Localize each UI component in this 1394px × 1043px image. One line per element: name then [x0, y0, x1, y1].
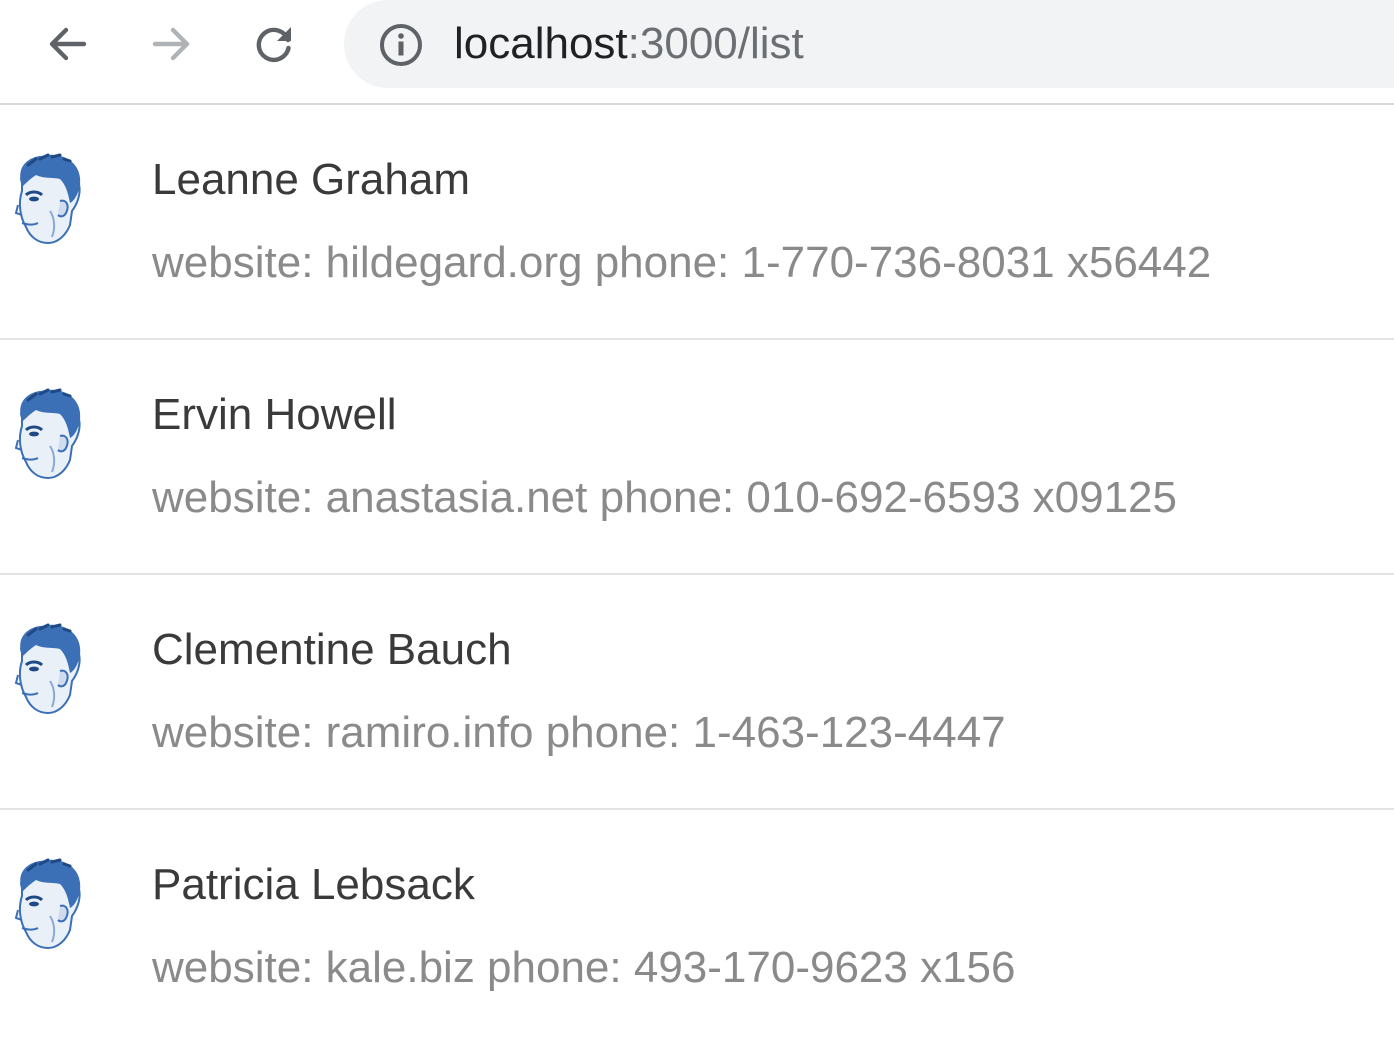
reload-button[interactable]: [248, 18, 300, 70]
avatar: [14, 623, 82, 715]
user-name: Leanne Graham: [152, 155, 470, 204]
list-item[interactable]: Ervin Howell website: anastasia.net phon…: [0, 340, 1394, 575]
avatar: [14, 388, 82, 480]
forward-button[interactable]: [145, 18, 197, 70]
url-text[interactable]: localhost:3000/list: [454, 18, 804, 70]
browser-toolbar: localhost:3000/list: [0, 0, 1394, 105]
url-path: :3000/list: [627, 19, 804, 68]
arrow-right-icon: [152, 27, 190, 61]
user-details: website: kale.biz phone: 493-170-9623 x1…: [152, 943, 1016, 992]
user-name: Clementine Bauch: [152, 625, 512, 674]
list-item[interactable]: Clementine Bauch website: ramiro.info ph…: [0, 575, 1394, 810]
address-bar[interactable]: localhost:3000/list: [344, 0, 1394, 88]
url-host: localhost: [454, 19, 628, 68]
info-circle-icon[interactable]: [378, 22, 424, 68]
avatar: [14, 858, 82, 950]
user-name: Patricia Lebsack: [152, 860, 475, 909]
user-details: website: ramiro.info phone: 1-463-123-44…: [152, 708, 1006, 757]
user-details: website: hildegard.org phone: 1-770-736-…: [152, 238, 1212, 287]
user-details: website: anastasia.net phone: 010-692-65…: [152, 473, 1177, 522]
arrow-left-icon: [49, 27, 87, 61]
list-item[interactable]: Leanne Graham website: hildegard.org pho…: [0, 105, 1394, 340]
user-list: Leanne Graham website: hildegard.org pho…: [0, 105, 1394, 1043]
user-name: Ervin Howell: [152, 390, 397, 439]
reload-icon: [256, 27, 291, 63]
avatar: [14, 153, 82, 245]
list-item[interactable]: Patricia Lebsack website: kale.biz phone…: [0, 810, 1394, 1043]
back-button[interactable]: [42, 18, 94, 70]
